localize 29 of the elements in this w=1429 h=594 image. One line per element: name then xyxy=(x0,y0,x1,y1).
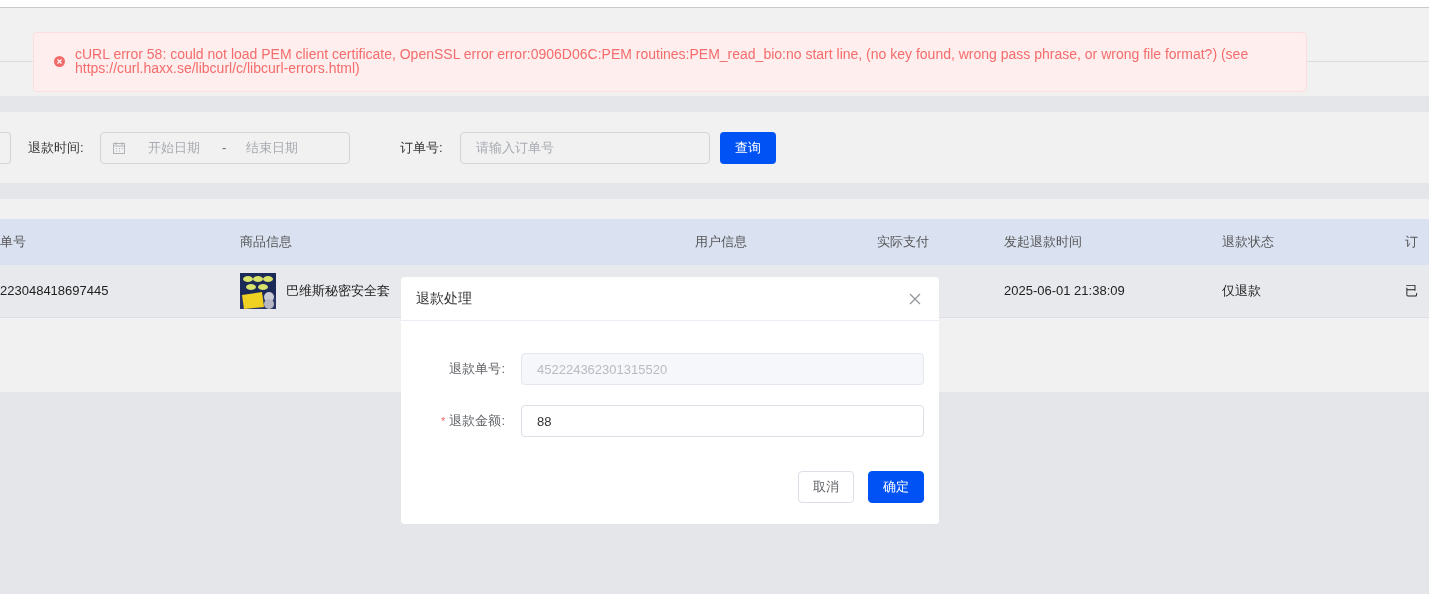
table-cell-text: 223048418697445 xyxy=(0,282,109,301)
column-header: 订 xyxy=(1405,234,1418,250)
column-header: 用户信息 xyxy=(695,234,747,250)
column-header: 商品信息 xyxy=(240,234,292,250)
column-header: 发起退款时间 xyxy=(1004,234,1082,250)
confirm-button[interactable]: 确定 xyxy=(868,471,924,503)
dialog-title: 退款处理 xyxy=(416,289,472,308)
field-label: 退款单号: xyxy=(449,360,505,379)
field-label: 退款金额: xyxy=(449,412,505,431)
date-range-field[interactable]: 开始日期 - 结束日期 xyxy=(100,131,350,164)
table-cell-text: 巴维斯秘密安全套 xyxy=(286,282,390,301)
input-field[interactable] xyxy=(0,131,11,164)
error-message: cURL error 58: could not load PEM client certificate, OpenSSL error error:0906D06C:PEM routines:PEM_read_bio:no start line, (no key found, wrong pass phrase, or wrong file format?) (see https://curl.haxx.se/libcurl/c/libcurl-errors.html) xyxy=(75,47,1250,75)
search-button[interactable]: 查询 xyxy=(720,131,776,164)
table-cell-text: 仅退款 xyxy=(1222,282,1261,301)
cancel-button[interactable]: 取消 xyxy=(798,471,854,503)
close-button[interactable] xyxy=(908,291,922,306)
calendar-icon xyxy=(113,141,125,154)
column-header: 退款状态 xyxy=(1222,234,1274,250)
error-icon xyxy=(54,56,65,67)
column-header: 实际支付 xyxy=(877,234,929,250)
column-header: 单号 xyxy=(0,234,26,250)
table-cell-text: 2025-06-01 21:38:09 xyxy=(1004,282,1125,301)
refund-amount-field[interactable]: 88 xyxy=(521,405,924,437)
field-label: 订单号: xyxy=(400,138,444,157)
table-cell-text: 已 xyxy=(1405,282,1418,301)
order-number-field[interactable]: 请输入订单号 xyxy=(460,131,710,164)
required-mark: * xyxy=(441,413,446,429)
field-label: 退款时间: xyxy=(28,138,85,157)
